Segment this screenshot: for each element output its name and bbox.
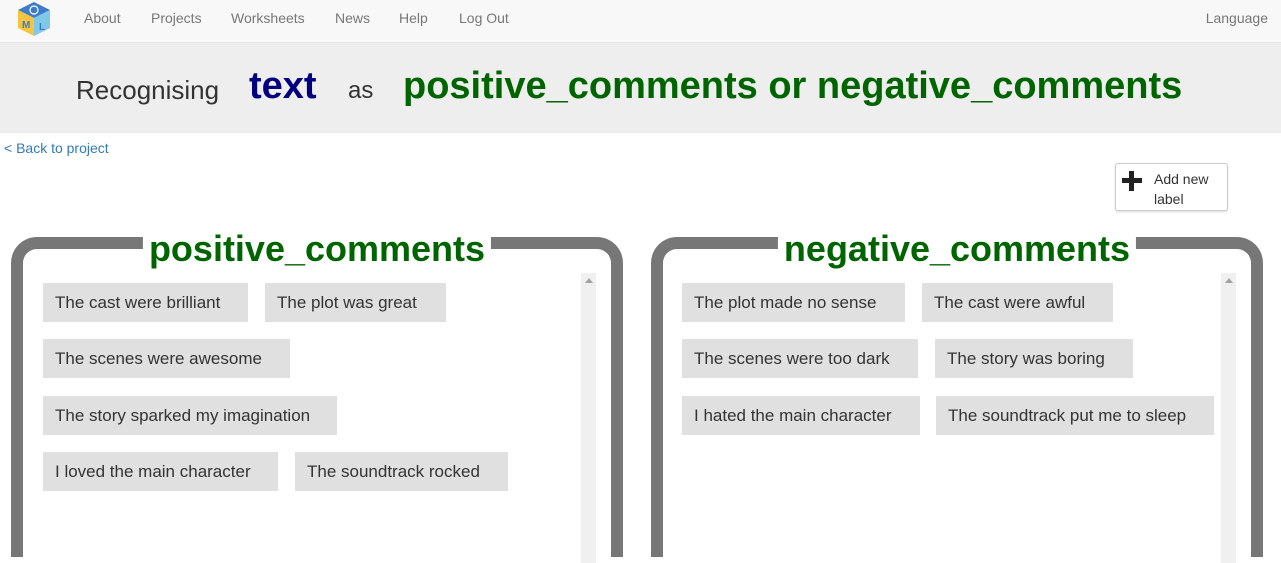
- svg-text:L: L: [39, 22, 45, 33]
- label-bucket-negative-comments: negative_comments The plot made no sense…: [651, 227, 1263, 563]
- nav-help-link[interactable]: Help: [399, 10, 428, 26]
- add-label-line-1: Add new: [1154, 171, 1209, 187]
- nav-logout-link[interactable]: Log Out: [459, 10, 509, 26]
- plus-icon: [1122, 171, 1142, 191]
- scroll-up-arrow-icon[interactable]: [1225, 278, 1233, 283]
- bucket-scrollbar[interactable]: [1221, 273, 1236, 563]
- page-title-band: Recognising text as positive_comments or…: [0, 43, 1281, 133]
- bucket-title: negative_comments: [777, 227, 1137, 271]
- bucket-scrollbar[interactable]: [581, 273, 596, 563]
- training-example[interactable]: The cast were brilliant: [43, 283, 248, 322]
- training-example[interactable]: The plot was great: [265, 283, 446, 322]
- nav-worksheets-link[interactable]: Worksheets: [231, 10, 305, 26]
- scroll-up-arrow-icon[interactable]: [585, 278, 593, 283]
- add-new-label-text: Add new label: [1154, 169, 1224, 209]
- ml-cube-logo-icon[interactable]: M L: [15, 0, 53, 38]
- training-example[interactable]: I hated the main character: [682, 396, 920, 435]
- training-example[interactable]: The story was boring: [935, 339, 1133, 378]
- title-prefix: Recognising: [76, 75, 220, 105]
- training-example[interactable]: The scenes were awesome: [43, 339, 290, 378]
- svg-text:M: M: [22, 20, 30, 31]
- title-connector: as: [348, 77, 374, 104]
- nav-about-link[interactable]: About: [84, 10, 121, 26]
- training-example[interactable]: The cast were awful: [922, 283, 1113, 322]
- training-example[interactable]: The scenes were too dark: [682, 339, 918, 378]
- nav-projects-link[interactable]: Projects: [151, 10, 202, 26]
- language-menu[interactable]: Language: [1206, 10, 1268, 26]
- nav-news-link[interactable]: News: [335, 10, 370, 26]
- training-example[interactable]: The soundtrack put me to sleep: [936, 396, 1214, 435]
- title-subject-type: text: [249, 65, 317, 107]
- add-label-line-2: label: [1154, 191, 1184, 207]
- training-example[interactable]: I loved the main character: [43, 452, 278, 491]
- training-example[interactable]: The story sparked my imagination: [43, 396, 337, 435]
- top-navbar: M L About Projects Worksheets News Help …: [0, 0, 1281, 43]
- title-label-list: positive_comments or negative_comments: [403, 65, 1183, 107]
- add-new-label-button[interactable]: Add new label: [1115, 163, 1228, 211]
- training-example[interactable]: The plot made no sense: [682, 283, 905, 322]
- label-bucket-positive-comments: positive_comments The cast were brillian…: [11, 227, 623, 563]
- training-example[interactable]: The soundtrack rocked: [295, 452, 508, 491]
- back-to-project-link[interactable]: < Back to project: [4, 140, 109, 156]
- bucket-title: positive_comments: [142, 227, 492, 271]
